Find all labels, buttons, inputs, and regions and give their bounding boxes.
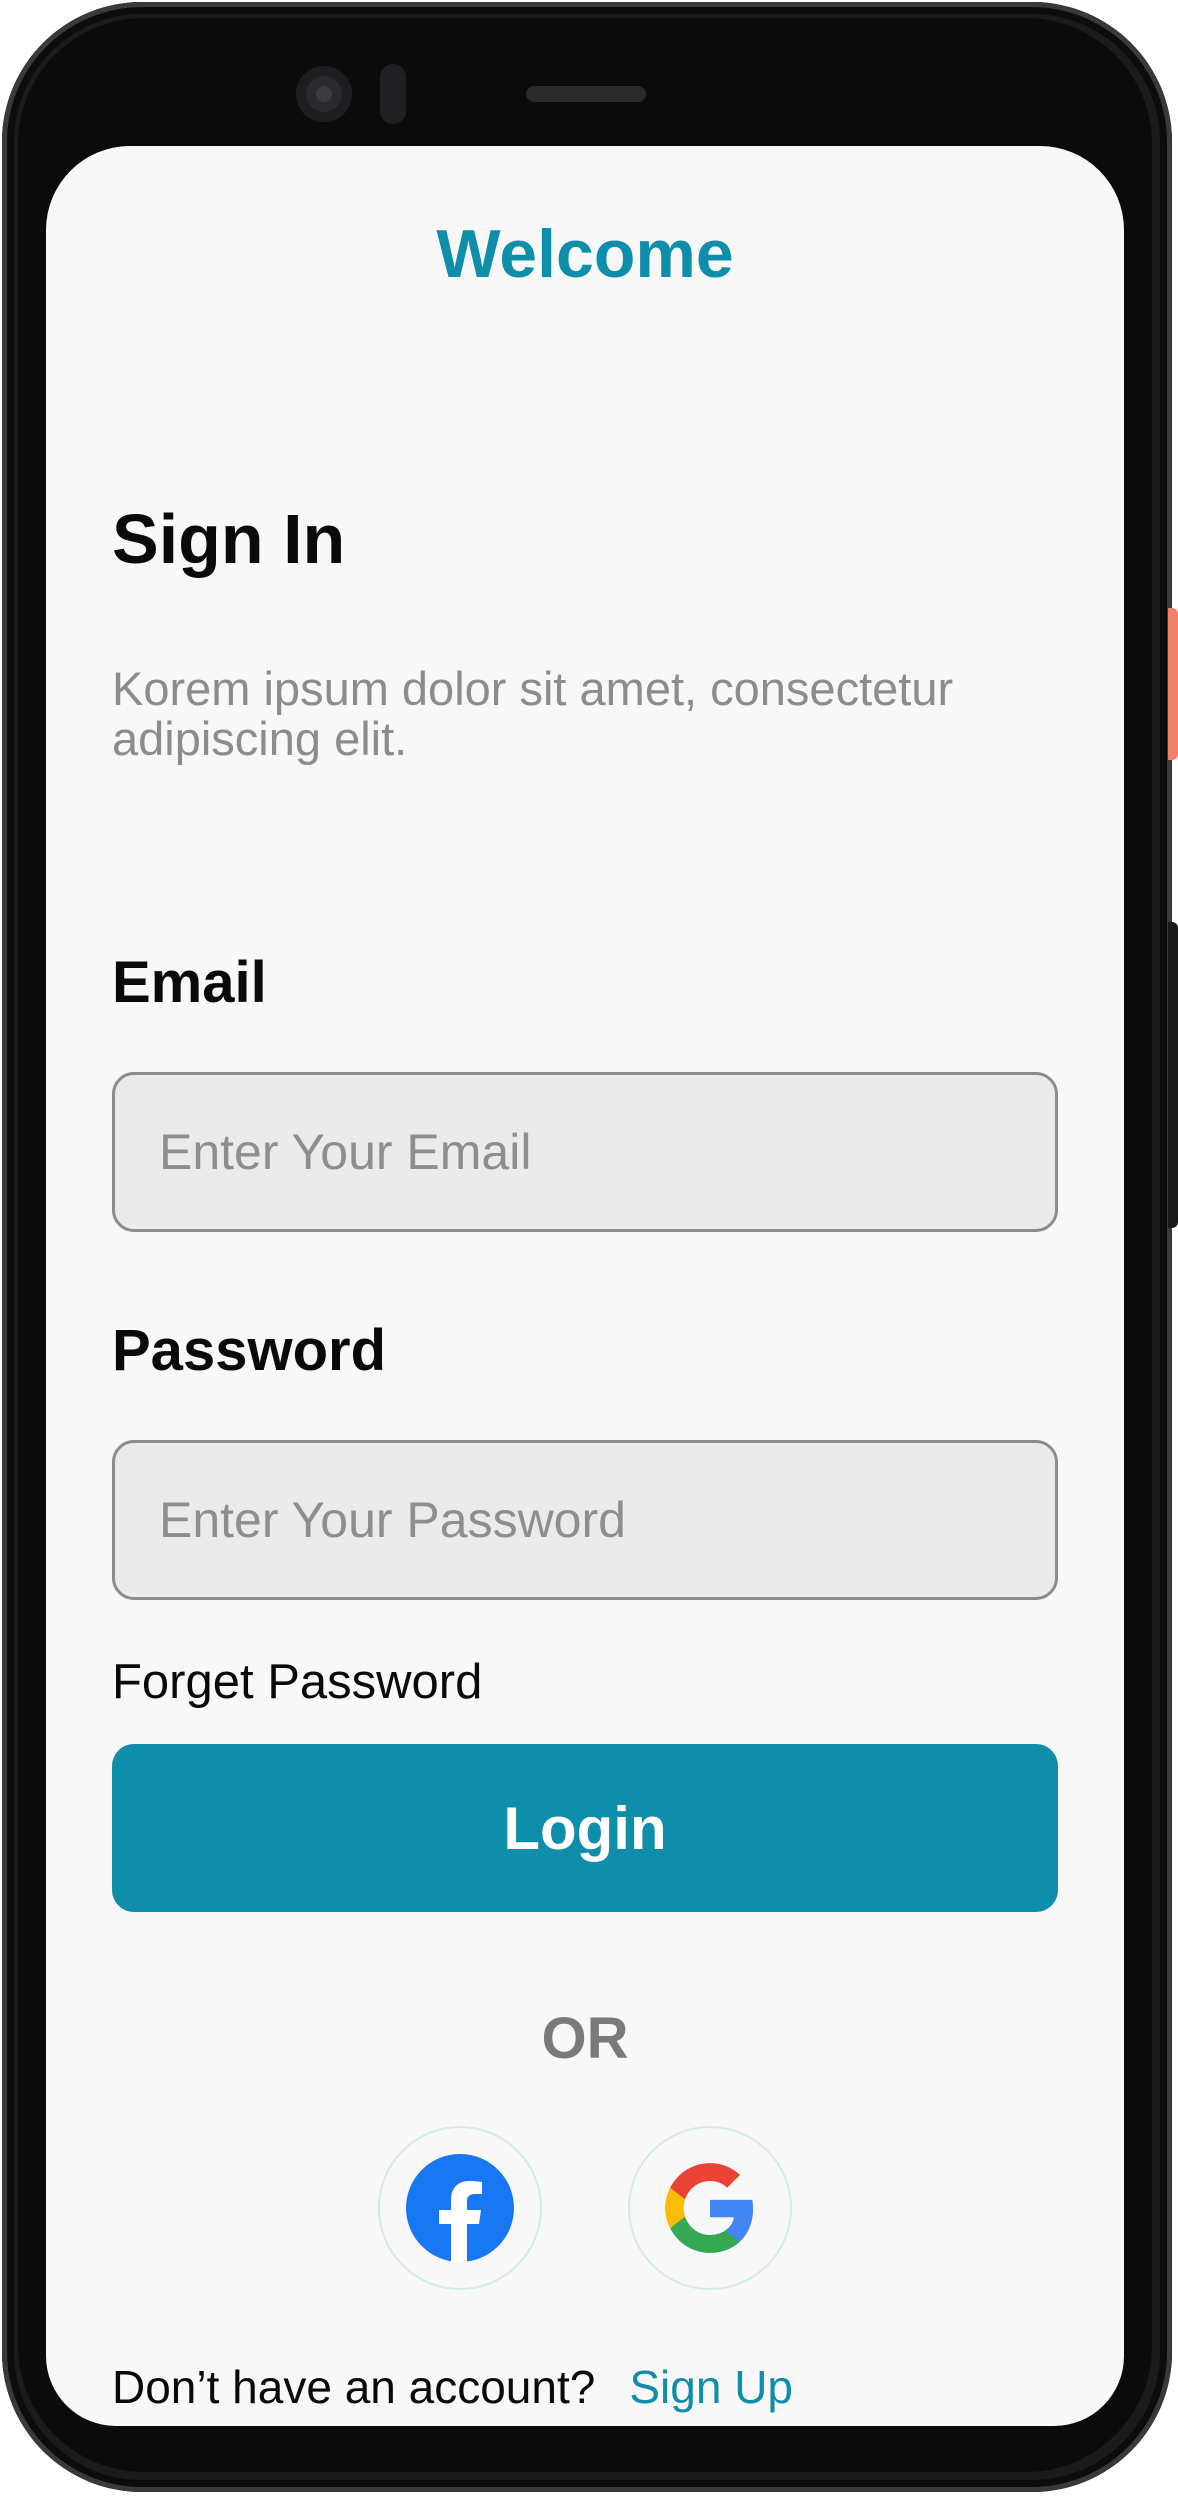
password-field[interactable]	[157, 1490, 1055, 1550]
earpiece-speaker	[526, 86, 646, 102]
signup-prompt: Don’t have an account? Sign Up	[112, 2364, 793, 2410]
sign-in-subtitle: Korem ipsum dolor sit amet, consectetur …	[112, 662, 954, 765]
proximity-sensor	[380, 64, 406, 124]
device-mockup: Welcome Sign In Korem ipsum dolor sit am…	[0, 0, 1178, 2498]
login-button[interactable]: Login	[112, 1744, 1058, 1912]
facebook-icon	[406, 2154, 514, 2262]
google-icon	[665, 2163, 754, 2253]
signup-question: Don’t have an account?	[112, 2361, 596, 2413]
email-field[interactable]	[157, 1122, 1055, 1182]
google-login-button[interactable]	[628, 2126, 792, 2290]
page-title: Welcome	[436, 216, 734, 292]
volume-button	[1168, 922, 1178, 1228]
facebook-login-button[interactable]	[378, 2126, 542, 2290]
power-button	[1168, 608, 1178, 760]
forget-password-link[interactable]: Forget Password	[112, 1658, 482, 1707]
email-field-container[interactable]	[112, 1072, 1058, 1232]
password-field-container[interactable]	[112, 1440, 1058, 1600]
front-camera	[296, 66, 352, 122]
or-divider: OR	[541, 2006, 629, 2071]
sign-in-heading: Sign In	[112, 500, 346, 578]
password-label: Password	[112, 1318, 386, 1383]
email-label: Email	[112, 950, 267, 1015]
signup-link[interactable]: Sign Up	[629, 2361, 793, 2413]
app-screen: Welcome Sign In Korem ipsum dolor sit am…	[46, 146, 1124, 2426]
